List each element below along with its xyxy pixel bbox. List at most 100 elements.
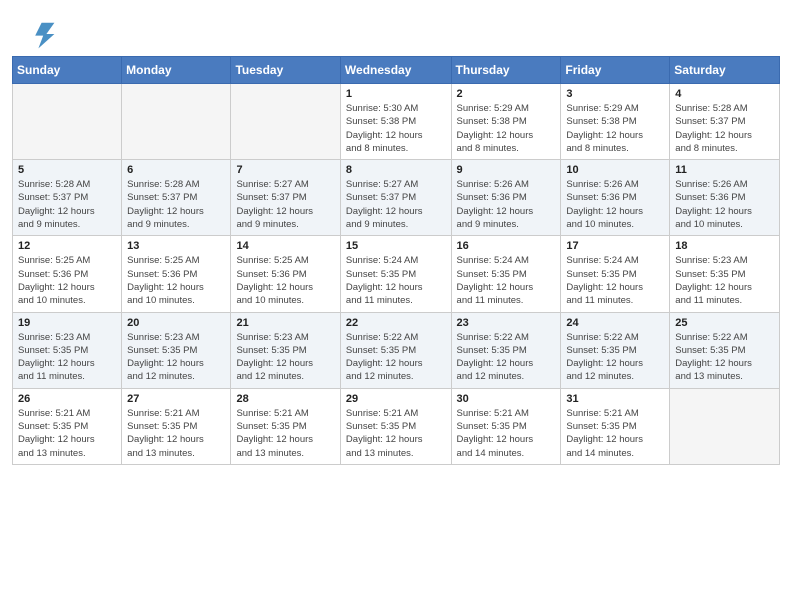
calendar-cell: 16Sunrise: 5:24 AM Sunset: 5:35 PM Dayli… (451, 236, 561, 312)
weekday-header-wednesday: Wednesday (340, 57, 451, 84)
calendar-cell: 10 Sunrise: 5:26 AM Sunset: 5:36 PM Dayli… (561, 160, 670, 236)
calendar-cell (13, 84, 122, 160)
day-number: 30 (457, 393, 556, 405)
page-container: SundayMondayTuesdayWednesdayThursdayFrid… (0, 0, 792, 477)
calendar-cell: 28 Sunrise: 5:21 AM Sunset: 5:35 PM Dayli… (231, 388, 340, 464)
day-info: Sunrise: 5:28 AM Sunset: 5:37 PM Dayligh… (127, 178, 225, 231)
calendar-cell: 21Sunrise: 5:23 AM Sunset: 5:35 PM Dayli… (231, 312, 340, 388)
day-number: 26 (18, 393, 116, 405)
day-number: 21 (236, 317, 334, 329)
day-info: Sunrise: 5:22 AM Sunset: 5:35 PM Dayligh… (457, 331, 556, 384)
day-info: Sunrise: 5:25 AM Sunset: 5:36 PM Dayligh… (127, 254, 225, 307)
day-info: Sunrise: 5:24 AM Sunset: 5:35 PM Dayligh… (457, 254, 556, 307)
calendar-cell (670, 388, 780, 464)
day-number: 20 (127, 317, 225, 329)
calendar-week-row: 26 Sunrise: 5:21 AM Sunset: 5:35 PM Dayli… (13, 388, 780, 464)
calendar-cell: 8 Sunrise: 5:27 AM Sunset: 5:37 PM Daylig… (340, 160, 451, 236)
day-info: Sunrise: 5:21 AM Sunset: 5:35 PM Dayligh… (457, 407, 556, 460)
calendar-week-row: 12 Sunrise: 5:25 AM Sunset: 5:36 PM Dayli… (13, 236, 780, 312)
day-info: Sunrise: 5:21 AM Sunset: 5:35 PM Dayligh… (346, 407, 446, 460)
calendar-cell: 14 Sunrise: 5:25 AM Sunset: 5:36 PM Dayli… (231, 236, 340, 312)
day-number: 10 (566, 164, 664, 176)
weekday-header-thursday: Thursday (451, 57, 561, 84)
calendar-cell: 7Sunrise: 5:27 AM Sunset: 5:37 PM Daylig… (231, 160, 340, 236)
day-number: 17 (566, 240, 664, 252)
calendar-cell: 9Sunrise: 5:26 AM Sunset: 5:36 PM Daylig… (451, 160, 561, 236)
day-info: Sunrise: 5:22 AM Sunset: 5:35 PM Dayligh… (346, 331, 446, 384)
calendar-table: SundayMondayTuesdayWednesdayThursdayFrid… (12, 56, 780, 465)
day-info: Sunrise: 5:22 AM Sunset: 5:35 PM Dayligh… (566, 331, 664, 384)
day-info: Sunrise: 5:26 AM Sunset: 5:36 PM Dayligh… (675, 178, 774, 231)
day-number: 7 (236, 164, 334, 176)
day-info: Sunrise: 5:21 AM Sunset: 5:35 PM Dayligh… (18, 407, 116, 460)
day-info: Sunrise: 5:25 AM Sunset: 5:36 PM Dayligh… (18, 254, 116, 307)
calendar-cell: 20 Sunrise: 5:23 AM Sunset: 5:35 PM Dayli… (122, 312, 231, 388)
day-number: 8 (346, 164, 446, 176)
day-number: 13 (127, 240, 225, 252)
calendar-cell: 2 Sunrise: 5:29 AM Sunset: 5:38 PM Daylig… (451, 84, 561, 160)
calendar-cell: 1 Sunrise: 5:30 AM Sunset: 5:38 PM Daylig… (340, 84, 451, 160)
calendar-cell: 11 Sunrise: 5:26 AM Sunset: 5:36 PM Dayli… (670, 160, 780, 236)
day-number: 28 (236, 393, 334, 405)
day-info: Sunrise: 5:24 AM Sunset: 5:35 PM Dayligh… (566, 254, 664, 307)
day-number: 1 (346, 88, 446, 100)
calendar-week-row: 1 Sunrise: 5:30 AM Sunset: 5:38 PM Daylig… (13, 84, 780, 160)
day-number: 18 (675, 240, 774, 252)
day-info: Sunrise: 5:27 AM Sunset: 5:37 PM Dayligh… (346, 178, 446, 231)
day-info: Sunrise: 5:26 AM Sunset: 5:36 PM Dayligh… (566, 178, 664, 231)
calendar-week-row: 5 Sunrise: 5:28 AM Sunset: 5:37 PM Daylig… (13, 160, 780, 236)
calendar-cell: 3Sunrise: 5:29 AM Sunset: 5:38 PM Daylig… (561, 84, 670, 160)
calendar-cell: 31 Sunrise: 5:21 AM Sunset: 5:35 PM Dayli… (561, 388, 670, 464)
day-number: 22 (346, 317, 446, 329)
day-number: 27 (127, 393, 225, 405)
calendar-cell: 19 Sunrise: 5:23 AM Sunset: 5:35 PM Dayli… (13, 312, 122, 388)
day-info: Sunrise: 5:29 AM Sunset: 5:38 PM Dayligh… (457, 102, 556, 155)
weekday-header-tuesday: Tuesday (231, 57, 340, 84)
day-number: 14 (236, 240, 334, 252)
day-info: Sunrise: 5:23 AM Sunset: 5:35 PM Dayligh… (18, 331, 116, 384)
calendar-cell: 29 Sunrise: 5:21 AM Sunset: 5:35 PM Dayli… (340, 388, 451, 464)
day-info: Sunrise: 5:28 AM Sunset: 5:37 PM Dayligh… (18, 178, 116, 231)
weekday-header-friday: Friday (561, 57, 670, 84)
day-number: 2 (457, 88, 556, 100)
weekday-header-monday: Monday (122, 57, 231, 84)
day-number: 9 (457, 164, 556, 176)
day-info: Sunrise: 5:29 AM Sunset: 5:38 PM Dayligh… (566, 102, 664, 155)
calendar-cell: 5 Sunrise: 5:28 AM Sunset: 5:37 PM Daylig… (13, 160, 122, 236)
day-number: 23 (457, 317, 556, 329)
calendar-week-row: 19 Sunrise: 5:23 AM Sunset: 5:35 PM Dayli… (13, 312, 780, 388)
calendar-cell: 4Sunrise: 5:28 AM Sunset: 5:37 PM Daylig… (670, 84, 780, 160)
day-info: Sunrise: 5:23 AM Sunset: 5:35 PM Dayligh… (675, 254, 774, 307)
day-number: 19 (18, 317, 116, 329)
day-number: 29 (346, 393, 446, 405)
calendar-cell: 18 Sunrise: 5:23 AM Sunset: 5:35 PM Dayli… (670, 236, 780, 312)
day-number: 25 (675, 317, 774, 329)
calendar-cell: 24Sunrise: 5:22 AM Sunset: 5:35 PM Dayli… (561, 312, 670, 388)
day-number: 15 (346, 240, 446, 252)
day-info: Sunrise: 5:25 AM Sunset: 5:36 PM Dayligh… (236, 254, 334, 307)
day-number: 12 (18, 240, 116, 252)
calendar-header-row: SundayMondayTuesdayWednesdayThursdayFrid… (13, 57, 780, 84)
day-info: Sunrise: 5:30 AM Sunset: 5:38 PM Dayligh… (346, 102, 446, 155)
header (0, 0, 792, 56)
calendar-cell: 30 Sunrise: 5:21 AM Sunset: 5:35 PM Dayli… (451, 388, 561, 464)
calendar-cell: 13 Sunrise: 5:25 AM Sunset: 5:36 PM Dayli… (122, 236, 231, 312)
calendar-cell: 27Sunrise: 5:21 AM Sunset: 5:35 PM Dayli… (122, 388, 231, 464)
day-info: Sunrise: 5:21 AM Sunset: 5:35 PM Dayligh… (566, 407, 664, 460)
calendar-cell: 23 Sunrise: 5:22 AM Sunset: 5:35 PM Dayli… (451, 312, 561, 388)
day-info: Sunrise: 5:21 AM Sunset: 5:35 PM Dayligh… (236, 407, 334, 460)
day-number: 5 (18, 164, 116, 176)
calendar-cell: 25 Sunrise: 5:22 AM Sunset: 5:35 PM Dayli… (670, 312, 780, 388)
day-number: 4 (675, 88, 774, 100)
day-info: Sunrise: 5:24 AM Sunset: 5:35 PM Dayligh… (346, 254, 446, 307)
day-info: Sunrise: 5:23 AM Sunset: 5:35 PM Dayligh… (127, 331, 225, 384)
calendar-cell: 17 Sunrise: 5:24 AM Sunset: 5:35 PM Dayli… (561, 236, 670, 312)
day-number: 31 (566, 393, 664, 405)
day-info: Sunrise: 5:22 AM Sunset: 5:35 PM Dayligh… (675, 331, 774, 384)
calendar-cell: 12 Sunrise: 5:25 AM Sunset: 5:36 PM Dayli… (13, 236, 122, 312)
day-number: 11 (675, 164, 774, 176)
calendar-cell: 22 Sunrise: 5:22 AM Sunset: 5:35 PM Dayli… (340, 312, 451, 388)
day-number: 6 (127, 164, 225, 176)
calendar-cell: 26 Sunrise: 5:21 AM Sunset: 5:35 PM Dayli… (13, 388, 122, 464)
calendar-cell (231, 84, 340, 160)
